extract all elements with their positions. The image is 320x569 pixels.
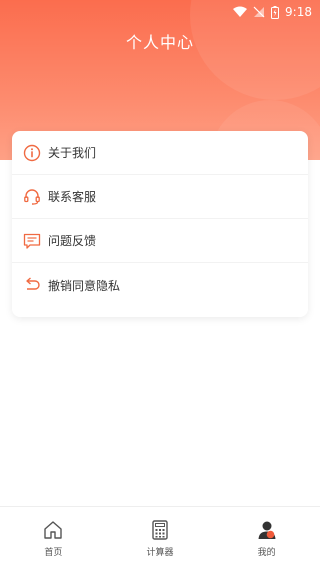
battery-icon (271, 5, 280, 19)
wifi-icon (233, 6, 248, 18)
bottom-tab-bar: 首页 计算器 我的 (0, 506, 320, 569)
status-bar: 9:18 (0, 0, 320, 24)
menu-label: 问题反馈 (48, 234, 97, 248)
no-signal-icon (253, 6, 265, 18)
menu-card: 关于我们 联系客服 问题反馈 撤销同意隐私 (12, 131, 308, 317)
tab-calculator[interactable]: 计算器 (107, 507, 214, 569)
menu-label: 关于我们 (48, 146, 97, 160)
undo-icon (22, 275, 42, 295)
menu-item-revoke-privacy[interactable]: 撤销同意隐私 (12, 263, 308, 307)
clock-time: 9:18 (285, 5, 312, 19)
menu-item-feedback[interactable]: 问题反馈 (12, 219, 308, 263)
menu-item-customer-service[interactable]: 联系客服 (12, 175, 308, 219)
tab-label: 我的 (257, 548, 276, 558)
page-title: 个人中心 (125, 33, 194, 52)
feedback-icon (22, 231, 42, 251)
menu-label: 撤销同意隐私 (48, 278, 121, 293)
user-icon (256, 519, 278, 541)
calculator-icon (149, 519, 171, 541)
headset-icon (22, 187, 42, 207)
tab-label: 首页 (44, 548, 63, 558)
tab-mine[interactable]: 我的 (213, 507, 320, 569)
tab-label: 计算器 (146, 548, 174, 558)
tab-home[interactable]: 首页 (0, 507, 107, 569)
home-icon (42, 519, 64, 541)
menu-label: 联系客服 (48, 190, 97, 204)
info-icon (22, 143, 42, 163)
menu-item-about[interactable]: 关于我们 (12, 131, 308, 175)
